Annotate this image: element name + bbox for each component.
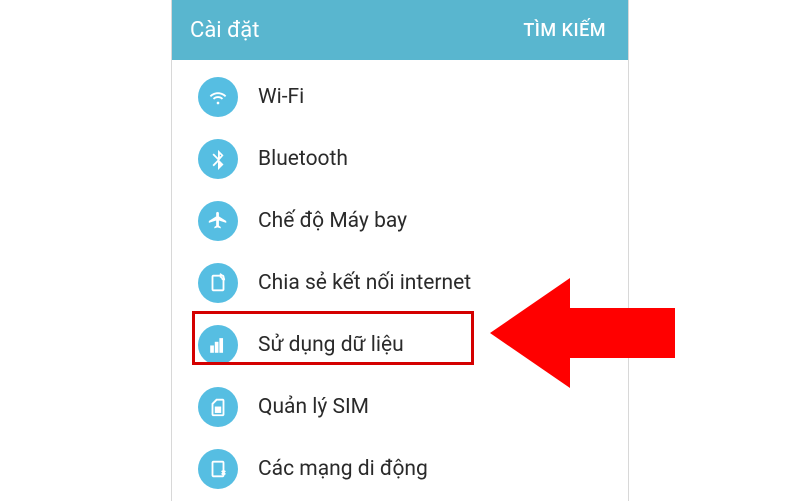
- item-label: Các mạng di động: [258, 457, 428, 481]
- wifi-icon: [198, 77, 238, 117]
- settings-item-bluetooth[interactable]: Bluetooth: [172, 128, 628, 190]
- item-label: Sử dụng dữ liệu: [258, 333, 404, 357]
- settings-item-mobile-networks[interactable]: Các mạng di động: [172, 438, 628, 500]
- item-label: Bluetooth: [258, 147, 348, 171]
- item-label: Quản lý SIM: [258, 395, 369, 419]
- page-title: Cài đặt: [190, 18, 259, 43]
- item-label: Chế độ Máy bay: [258, 209, 407, 233]
- mobile-network-icon: [198, 449, 238, 489]
- airplane-icon: [198, 201, 238, 241]
- app-header: Cài đặt TÌM KIẾM: [172, 0, 628, 60]
- settings-screen: Cài đặt TÌM KIẾM Wi-Fi Bluetooth Chế độ …: [172, 0, 628, 501]
- data-usage-icon: [198, 325, 238, 365]
- settings-item-tethering[interactable]: Chia sẻ kết nối internet: [172, 252, 628, 314]
- search-button[interactable]: TÌM KIẾM: [523, 20, 606, 41]
- tether-icon: [198, 263, 238, 303]
- item-label: Chia sẻ kết nối internet: [258, 271, 471, 295]
- bluetooth-icon: [198, 139, 238, 179]
- settings-list: Wi-Fi Bluetooth Chế độ Máy bay Chia sẻ k…: [172, 60, 628, 500]
- sim-icon: [198, 387, 238, 427]
- settings-item-airplane[interactable]: Chế độ Máy bay: [172, 190, 628, 252]
- settings-item-data-usage[interactable]: Sử dụng dữ liệu: [172, 314, 628, 376]
- item-label: Wi-Fi: [258, 85, 304, 109]
- settings-item-sim[interactable]: Quản lý SIM: [172, 376, 628, 438]
- settings-item-wifi[interactable]: Wi-Fi: [172, 66, 628, 128]
